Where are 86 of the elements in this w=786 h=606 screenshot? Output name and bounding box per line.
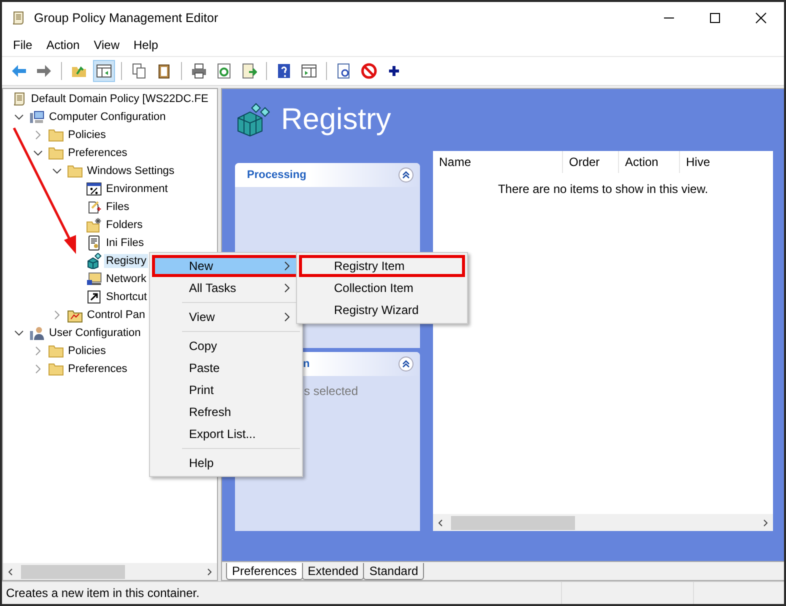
window-title: Group Policy Management Editor bbox=[34, 11, 218, 25]
status-text: Creates a new item in this container. bbox=[5, 586, 200, 600]
menu-item[interactable]: Copy bbox=[152, 335, 300, 357]
menu-item[interactable]: Print bbox=[152, 379, 300, 401]
clipboard-icon bbox=[156, 63, 172, 79]
network-icon bbox=[86, 271, 102, 287]
ini-icon bbox=[86, 235, 102, 251]
tree-item[interactable]: Policies bbox=[66, 344, 108, 358]
folder-icon bbox=[67, 163, 83, 179]
tree-item[interactable]: Network bbox=[104, 272, 148, 286]
help-icon bbox=[276, 63, 292, 79]
tree-item[interactable]: Default Domain Policy [WS22DC.FE bbox=[29, 92, 210, 106]
copy-icon bbox=[131, 63, 147, 79]
tree-item[interactable]: Policies bbox=[66, 128, 108, 142]
tree-item[interactable]: Preferences bbox=[66, 362, 130, 376]
column-header[interactable]: Action bbox=[619, 151, 680, 173]
tree-item[interactable]: Shortcut bbox=[104, 290, 149, 304]
menu-item[interactable]: View bbox=[152, 306, 300, 328]
user-icon bbox=[29, 325, 45, 341]
card-title: n bbox=[302, 358, 310, 370]
menu-item[interactable]: Action bbox=[39, 36, 87, 54]
document-icon bbox=[336, 63, 352, 79]
tree-item[interactable]: Computer Configuration bbox=[47, 110, 168, 124]
show-tree-button[interactable] bbox=[93, 60, 115, 82]
menu-item[interactable]: Collection Item bbox=[299, 277, 465, 299]
files-icon bbox=[86, 199, 102, 215]
collapse-icon[interactable] bbox=[398, 356, 414, 372]
tree-item[interactable]: Preferences bbox=[66, 146, 130, 160]
folder-icon bbox=[48, 127, 64, 143]
empty-message: There are no items to show in this view. bbox=[498, 182, 708, 196]
close-icon bbox=[755, 12, 767, 24]
menu-item[interactable]: All Tasks bbox=[152, 277, 300, 299]
scroll-left-icon[interactable] bbox=[437, 518, 445, 526]
horizontal-scrollbar[interactable] bbox=[433, 514, 773, 531]
tree-item[interactable]: Control Pan bbox=[85, 308, 148, 322]
scroll-icon bbox=[11, 91, 27, 107]
menu-item[interactable]: Help bbox=[152, 452, 300, 474]
scroll-right-icon[interactable] bbox=[761, 518, 769, 526]
menu-item[interactable]: View bbox=[86, 36, 126, 54]
printer-icon bbox=[191, 63, 207, 79]
stop-icon bbox=[361, 63, 377, 79]
pane-icon bbox=[96, 63, 112, 79]
column-header[interactable]: Name bbox=[433, 151, 563, 173]
menu-item[interactable]: Registry Wizard bbox=[299, 299, 465, 321]
folder-icon bbox=[48, 145, 64, 161]
card-title: Processing bbox=[247, 169, 306, 181]
view-tab[interactable]: Extended bbox=[302, 563, 364, 580]
registry-icon bbox=[235, 102, 271, 138]
menu-item[interactable]: Paste bbox=[152, 357, 300, 379]
folder-icon bbox=[48, 343, 64, 359]
maximize-icon bbox=[709, 12, 721, 24]
tree-item[interactable]: Folders bbox=[104, 218, 145, 232]
computer-icon bbox=[29, 109, 45, 125]
folder-icon bbox=[48, 361, 64, 377]
column-header[interactable]: Hive bbox=[680, 151, 752, 173]
tree-item[interactable]: Files bbox=[104, 200, 132, 214]
refresh-icon bbox=[216, 63, 232, 79]
tree-item[interactable]: Windows Settings bbox=[85, 164, 176, 178]
folders-icon bbox=[86, 217, 102, 233]
menu-item[interactable]: Export List... bbox=[152, 423, 300, 445]
registry-icon bbox=[86, 253, 102, 269]
plus-icon bbox=[386, 63, 402, 79]
pane-icon bbox=[301, 63, 317, 79]
tree-item[interactable]: Ini Files bbox=[104, 236, 146, 250]
menu-item[interactable]: Refresh bbox=[152, 401, 300, 423]
tree-item[interactable]: Environment bbox=[104, 182, 170, 196]
environment-icon bbox=[86, 181, 102, 197]
tree-item[interactable]: User Configuration bbox=[47, 326, 143, 340]
menu-item[interactable]: Registry Item bbox=[299, 255, 465, 277]
card-text: s selected bbox=[303, 384, 360, 398]
forward-arrow-icon bbox=[36, 63, 52, 79]
view-tab[interactable]: Preferences bbox=[226, 563, 303, 580]
scroll-left-icon[interactable] bbox=[7, 568, 15, 576]
collapse-icon[interactable] bbox=[398, 167, 414, 183]
horizontal-scrollbar[interactable] bbox=[3, 563, 217, 580]
tree-item[interactable]: Registry bbox=[104, 254, 148, 268]
back-arrow-icon bbox=[11, 63, 27, 79]
shortcut-icon bbox=[86, 289, 102, 305]
view-tab[interactable]: Standard bbox=[363, 563, 424, 580]
scroll-right-icon[interactable] bbox=[205, 568, 213, 576]
column-header[interactable]: Order bbox=[563, 151, 619, 173]
menu-item[interactable]: Help bbox=[126, 36, 166, 54]
scroll-icon bbox=[10, 10, 26, 26]
panel-title: Registry bbox=[281, 103, 392, 137]
menu-item[interactable]: File bbox=[6, 36, 40, 54]
export-icon bbox=[241, 63, 257, 79]
